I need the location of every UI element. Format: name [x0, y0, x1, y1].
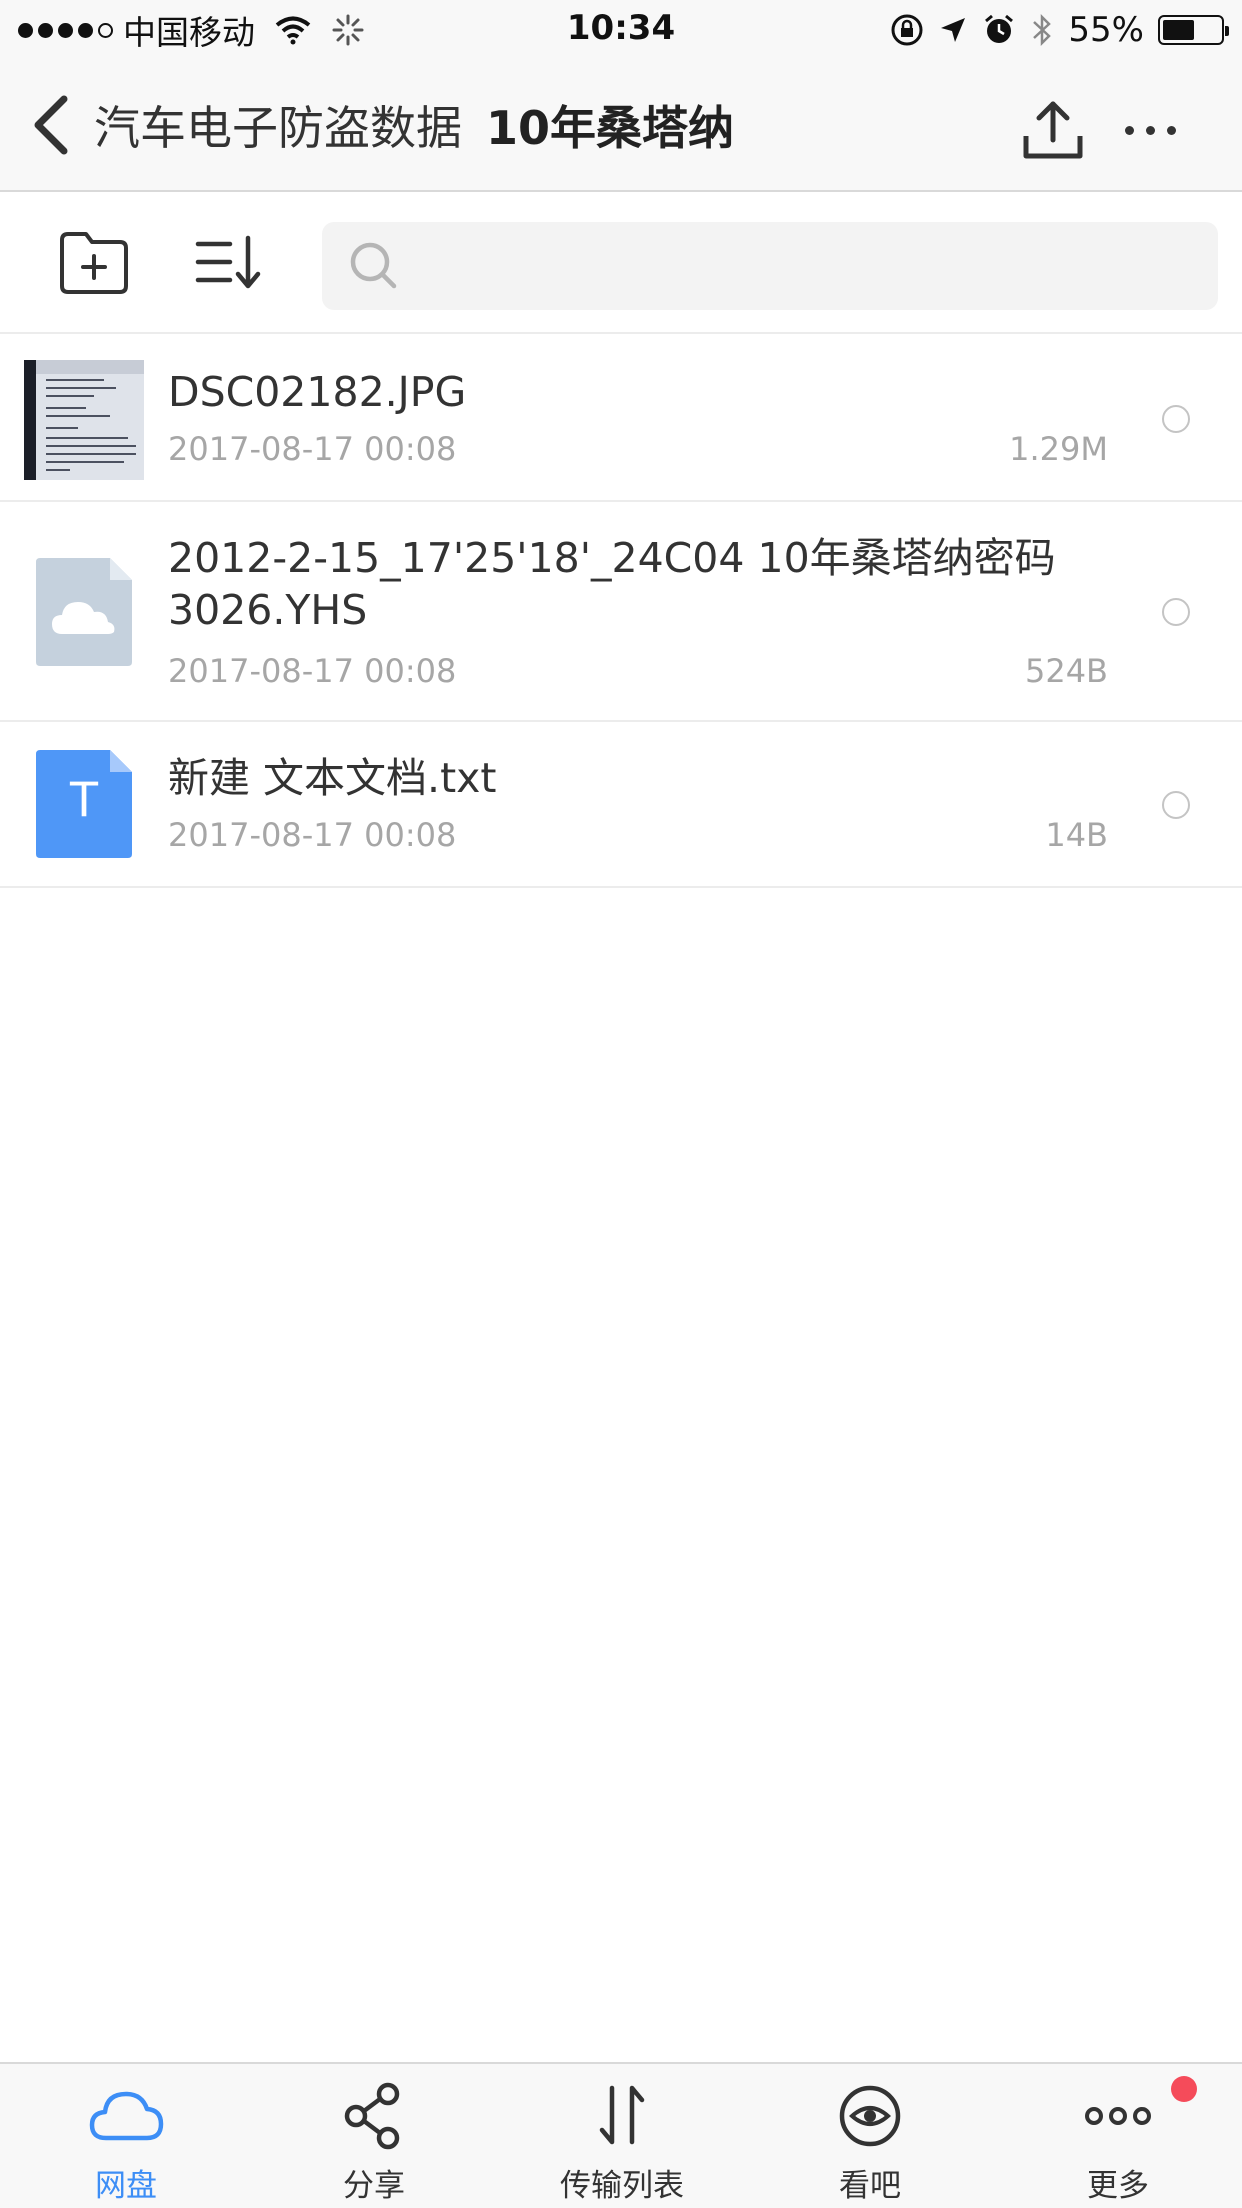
photo-thumbnail: [24, 360, 144, 480]
sort-icon: [195, 235, 261, 289]
tab-label: 传输列表: [560, 2168, 684, 2204]
file-name: 2012-2-15_17'25'18'_24C04 10年桑塔纳密码3026.Y…: [168, 534, 1056, 634]
new-folder-icon: [60, 232, 128, 294]
cloud-icon: [89, 2091, 164, 2141]
list-item[interactable]: 2012-2-15_17'25'18'_24C04 10年桑塔纳密码3026.Y…: [0, 502, 1242, 722]
status-left: 中国移动: [18, 8, 365, 52]
new-folder-button[interactable]: [56, 228, 136, 308]
alarm-icon: [985, 14, 1014, 43]
transfer-icon: [599, 2085, 645, 2145]
file-name: DSC02182.JPG: [168, 368, 467, 416]
select-checkbox[interactable]: [1162, 791, 1190, 819]
list-item[interactable]: T 新建 文本文档.txt 2017-08-17 00:08 14B: [0, 722, 1242, 888]
location-arrow-icon: [941, 18, 966, 42]
select-checkbox[interactable]: [1162, 598, 1190, 626]
back-chevron-icon: [34, 95, 68, 155]
tab-kanba[interactable]: 看吧: [746, 2064, 994, 2208]
wifi-icon: [275, 16, 311, 45]
eye-icon: [839, 2085, 901, 2147]
file-name: 新建 文本文档.txt: [168, 754, 497, 802]
carrier-name: 中国移动: [123, 13, 255, 52]
sort-button[interactable]: [190, 228, 270, 308]
tab-share[interactable]: 分享: [250, 2064, 498, 2208]
tab-bar: 网盘 分享 传输列表 看吧 更多: [0, 2062, 1242, 2208]
upload-icon: [1023, 101, 1083, 159]
search-input[interactable]: [418, 245, 1198, 287]
battery-percent: 55%: [1068, 10, 1144, 50]
back-button[interactable]: [28, 90, 88, 160]
file-date: 2017-08-17 00:08: [168, 652, 457, 690]
file-size: 14B: [1045, 816, 1108, 854]
search-box[interactable]: [322, 222, 1218, 310]
orientation-lock-icon: [891, 14, 923, 46]
tab-label: 更多: [1087, 2168, 1149, 2204]
file-size: 1.29M: [1009, 430, 1108, 468]
activity-spinner-icon: [332, 14, 364, 46]
file-size: 524B: [1024, 652, 1108, 690]
tab-transfer-list[interactable]: 传输列表: [498, 2064, 746, 2208]
status-bar: 中国移动 10:34 55%: [0, 0, 1242, 60]
upload-button[interactable]: [1018, 96, 1088, 166]
list-item[interactable]: DSC02182.JPG 2017-08-17 00:08 1.29M: [0, 336, 1242, 502]
status-right: 55%: [890, 8, 1229, 52]
more-dots-icon[interactable]: [1110, 100, 1190, 160]
tab-more[interactable]: 更多: [994, 2064, 1242, 2208]
file-date: 2017-08-17 00:08: [168, 430, 457, 468]
signal-strength-icon: [18, 22, 113, 38]
bluetooth-icon: [1033, 13, 1052, 47]
text-file-letter: T: [68, 771, 100, 827]
more-circles-icon: [1085, 2107, 1151, 2125]
file-date: 2017-08-17 00:08: [168, 816, 457, 854]
tab-label: 分享: [343, 2168, 405, 2204]
tab-label: 网盘: [95, 2168, 157, 2204]
cloud-file-icon: [36, 558, 132, 666]
breadcrumb: 汽车电子防盗数据 10年桑塔纳: [94, 92, 734, 158]
notification-badge: [1171, 2076, 1197, 2102]
page-title: 10年桑塔纳: [486, 101, 735, 155]
share-icon: [344, 2082, 400, 2150]
search-icon: [350, 242, 397, 289]
file-toolbar: [0, 194, 1242, 334]
tab-cloud-disk[interactable]: 网盘: [2, 2064, 250, 2208]
file-list: DSC02182.JPG 2017-08-17 00:08 1.29M 2012…: [0, 336, 1242, 888]
navigation-bar: 汽车电子防盗数据 10年桑塔纳: [0, 60, 1242, 192]
app-screen: 中国移动 10:34 55% 汽车电子防盗数据 10年桑塔纳 DSC02182.…: [0, 0, 1242, 2208]
select-checkbox[interactable]: [1162, 405, 1190, 433]
battery-fill: [1163, 20, 1194, 40]
breadcrumb-parent-folder[interactable]: 汽车电子防盗数据: [94, 92, 462, 158]
tab-label: 看吧: [839, 2168, 901, 2204]
battery-icon: [1158, 15, 1229, 45]
